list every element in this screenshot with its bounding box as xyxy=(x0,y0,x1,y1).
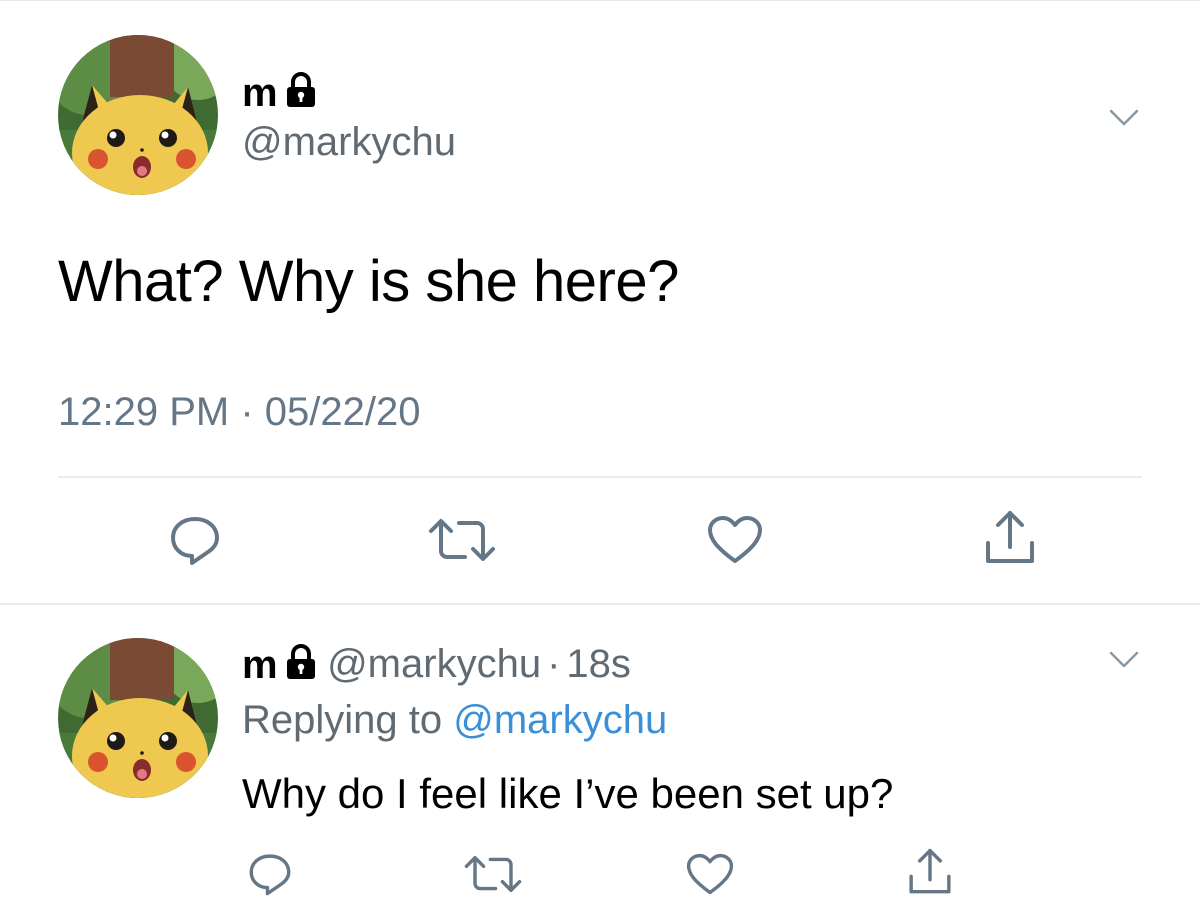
reply-button[interactable] xyxy=(240,846,300,902)
retweet-icon xyxy=(464,856,522,892)
lock-icon xyxy=(285,72,317,113)
top-divider xyxy=(0,0,1200,1)
like-button[interactable] xyxy=(680,846,740,902)
share-button[interactable] xyxy=(900,842,960,902)
share-button[interactable] xyxy=(975,506,1045,570)
share-icon xyxy=(986,511,1034,563)
display-name: m xyxy=(242,70,278,115)
pikachu-avatar-image xyxy=(58,638,218,798)
divider xyxy=(58,476,1142,478)
lock-icon xyxy=(285,644,317,685)
tweet-text: Why do I feel like I’ve been set up? xyxy=(242,770,894,817)
author-name-row: m xyxy=(242,72,317,113)
reply-icon xyxy=(171,517,219,565)
mention-link[interactable]: @markychu xyxy=(453,698,667,742)
replying-to-label: Replying to xyxy=(242,698,443,742)
author-name-row: m @markychu · 18s xyxy=(242,642,631,687)
retweet-icon xyxy=(429,519,495,561)
author-handle[interactable]: @markychu xyxy=(242,120,456,165)
display-name: m xyxy=(242,642,278,687)
retweet-button[interactable] xyxy=(458,846,528,902)
like-button[interactable] xyxy=(700,510,770,570)
like-icon xyxy=(686,853,734,894)
reply-button[interactable] xyxy=(160,510,230,570)
reply-icon xyxy=(249,854,291,896)
relative-time[interactable]: 18s xyxy=(566,642,631,687)
avatar[interactable] xyxy=(58,638,218,798)
share-icon xyxy=(909,848,951,894)
like-icon xyxy=(708,516,762,563)
author-handle[interactable]: @markychu xyxy=(327,642,541,687)
tweet-timestamp[interactable]: 12:29 PM · 05/22/20 xyxy=(58,390,420,435)
pikachu-avatar-image xyxy=(58,35,218,195)
tweet-text: What? Why is she here? xyxy=(58,249,679,314)
meta-separator: · xyxy=(547,642,561,686)
avatar[interactable] xyxy=(58,35,218,195)
chevron-down-icon[interactable] xyxy=(1108,106,1140,130)
retweet-button[interactable] xyxy=(422,510,502,570)
tweet-separator xyxy=(0,603,1200,605)
replying-to-line: Replying to @markychu xyxy=(242,698,667,743)
chevron-down-icon[interactable] xyxy=(1108,648,1140,672)
